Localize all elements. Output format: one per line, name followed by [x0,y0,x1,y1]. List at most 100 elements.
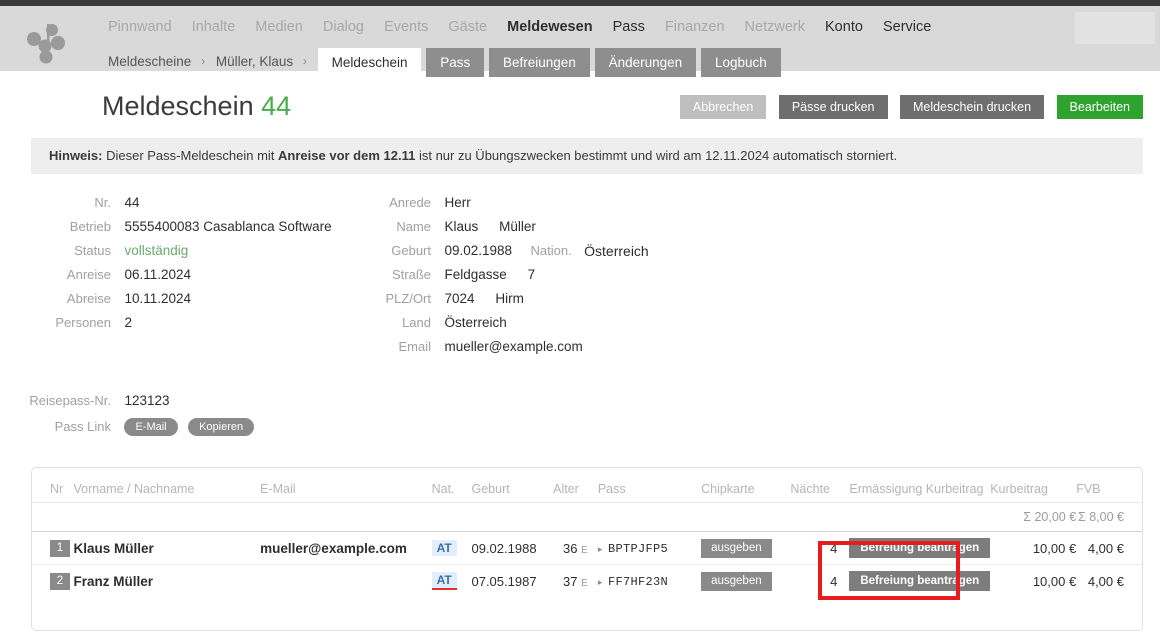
row-chipkarte-cell: ausgeben [701,565,790,598]
pass-link-copy-button[interactable]: Kopieren [188,418,254,436]
guest-table: Nr Vorname / Nachname E-Mail Nat. Geburt… [32,468,1142,597]
table-sum-row: Σ 20,00 € Σ 8,00 € [32,503,1142,532]
table-row[interactable]: 2 Franz Müller AT 07.05.1987 37 E ▸ FF7H… [32,565,1142,598]
notice-text-2: ist nur zu Übungszwecken bestimmt und wi… [415,148,897,163]
row-email: mueller@example.com [260,532,431,565]
table-header-row: Nr Vorname / Nachname E-Mail Nat. Geburt… [32,468,1142,503]
chipkarte-ausgeben-button[interactable]: ausgeben [701,539,772,558]
field-name-label: Name [320,215,440,239]
page-action-buttons: Abbrechen Pässe drucken Meldeschein druc… [672,95,1143,119]
row-pass-cell[interactable]: ▸ BPTPJFP5 [588,532,701,565]
field-geburt: Geburt 09.02.1988 Nation. Österreich [320,239,649,263]
row-name: Klaus Müller [74,532,261,565]
row-pass-code: BPTPJFP5 [608,542,668,556]
field-land-label: Land [320,311,440,335]
abbrechen-button[interactable]: Abbrechen [680,95,766,119]
chipkarte-ausgeben-button[interactable]: ausgeben [701,572,772,591]
tab-pass[interactable]: Pass [426,48,484,77]
nav-item-pinnwand[interactable]: Pinnwand [108,19,172,35]
field-reisepass-value: 123123 [124,389,169,413]
col-naechte: Nächte [790,468,837,503]
nationality-badge: AT [432,540,457,556]
row-nat-cell: AT [432,565,472,598]
field-anreise: Anreise 06.11.2024 [0,263,332,287]
field-nr-label: Nr. [0,191,120,215]
expand-caret-icon[interactable]: ▸ [598,577,605,587]
breadcrumb-and-tabs: Meldescheine › Müller, Klaus › Meldesche… [108,48,782,77]
col-name: Vorname / Nachname [74,468,261,503]
row-alter-cell: 36 E [553,532,588,565]
breadcrumb-separator-icon: › [197,48,212,68]
page-title-text: Meldeschein [102,91,254,121]
field-anreise-value: 06.11.2024 [124,263,191,287]
row-name: Franz Müller [74,565,261,598]
field-personen-label: Personen [0,311,120,335]
field-email: Email mueller@example.com [320,335,649,359]
details-right-column: Anrede Herr Name Klaus Müller Geburt 09.… [320,191,649,359]
field-nr: Nr. 44 [0,191,332,215]
col-kurbeitrag: Kurbeitrag [990,468,1076,503]
field-betrieb-value: 5555400083 Casablanca Software [124,215,331,239]
col-pass: Pass [588,468,701,503]
field-nation-value: Österreich [584,239,649,263]
field-personen: Personen 2 [0,311,332,335]
breadcrumb-item-guest[interactable]: Müller, Klaus [216,48,295,69]
nav-item-netzwerk[interactable]: Netzwerk [745,19,805,35]
nav-item-dialog[interactable]: Dialog [323,19,364,35]
nav-item-pass[interactable]: Pass [613,19,645,35]
nav-item-events[interactable]: Events [384,19,428,35]
col-email: E-Mail [260,468,431,503]
notice-bold-date: Anreise vor dem 12.11 [278,148,415,163]
row-nr-cell: 1 [32,532,74,565]
row-chipkarte-cell: ausgeben [701,532,790,565]
tab-aenderungen[interactable]: Änderungen [595,48,697,77]
field-email-label: Email [320,335,440,359]
nav-item-inhalte[interactable]: Inhalte [192,19,236,35]
field-personen-value: 2 [124,311,132,335]
nav-item-service[interactable]: Service [883,19,931,35]
bearbeiten-button[interactable]: Bearbeiten [1057,95,1143,119]
befreiung-beantragen-button[interactable]: Befreiung beantragen [849,571,990,591]
tab-meldeschein[interactable]: Meldeschein [318,48,422,77]
col-geburt: Geburt [471,468,553,503]
pass-link-email-button[interactable]: E-Mail [124,418,177,436]
field-nation-label: Nation. [516,239,579,263]
col-nat: Nat. [432,468,472,503]
pass-section: Reisepass-Nr. 123123 Pass Link E-Mail Ko… [0,389,260,441]
nav-item-meldewesen[interactable]: Meldewesen [507,19,592,35]
field-ort-value: Hirm [495,287,524,311]
tab-befreiungen[interactable]: Befreiungen [489,48,590,77]
page-title-number: 44 [261,91,291,121]
field-anrede: Anrede Herr [320,191,649,215]
nav-item-finanzen[interactable]: Finanzen [665,19,725,35]
field-plz-ort: PLZ/Ort 7024 Hirm [320,287,649,311]
field-name: Name Klaus Müller [320,215,649,239]
nav-item-gaeste[interactable]: Gäste [448,19,487,35]
befreiung-beantragen-button[interactable]: Befreiung beantragen [849,538,990,558]
field-name-first: Klaus [444,215,478,239]
table-row[interactable]: 1 Klaus Müller mueller@example.com AT 09… [32,532,1142,565]
app-header: Pinnwand Inhalte Medien Dialog Events Gä… [0,6,1160,71]
breadcrumb-item-meldescheine[interactable]: Meldescheine [108,48,193,69]
field-abreise: Abreise 10.11.2024 [0,287,332,311]
row-pass-cell[interactable]: ▸ FF7HF23N [588,565,701,598]
field-betrieb: Betrieb 5555400083 Casablanca Software [0,215,332,239]
notice-text-1: Dieser Pass-Meldeschein mit [102,148,278,163]
details-left-column: Nr. 44 Betrieb 5555400083 Casablanca Sof… [0,191,332,335]
col-nr: Nr [32,468,74,503]
meldeschein-drucken-button[interactable]: Meldeschein drucken [900,95,1044,119]
paesse-drucken-button[interactable]: Pässe drucken [779,95,888,119]
row-alter-value: 36 [563,541,577,556]
field-plz-value: 7024 [444,287,474,311]
nav-item-medien[interactable]: Medien [255,19,303,35]
row-email [260,565,431,598]
tab-logbuch[interactable]: Logbuch [701,48,781,77]
field-status-label: Status [0,239,120,263]
guest-table-panel: Nr Vorname / Nachname E-Mail Nat. Geburt… [31,467,1143,631]
row-pass-code: FF7HF23N [608,575,668,589]
field-abreise-label: Abreise [0,287,120,311]
page-title: Meldeschein 44 [102,91,291,122]
expand-caret-icon[interactable]: ▸ [598,544,605,554]
field-status-value: vollständig [124,239,188,263]
nav-item-konto[interactable]: Konto [825,19,863,35]
